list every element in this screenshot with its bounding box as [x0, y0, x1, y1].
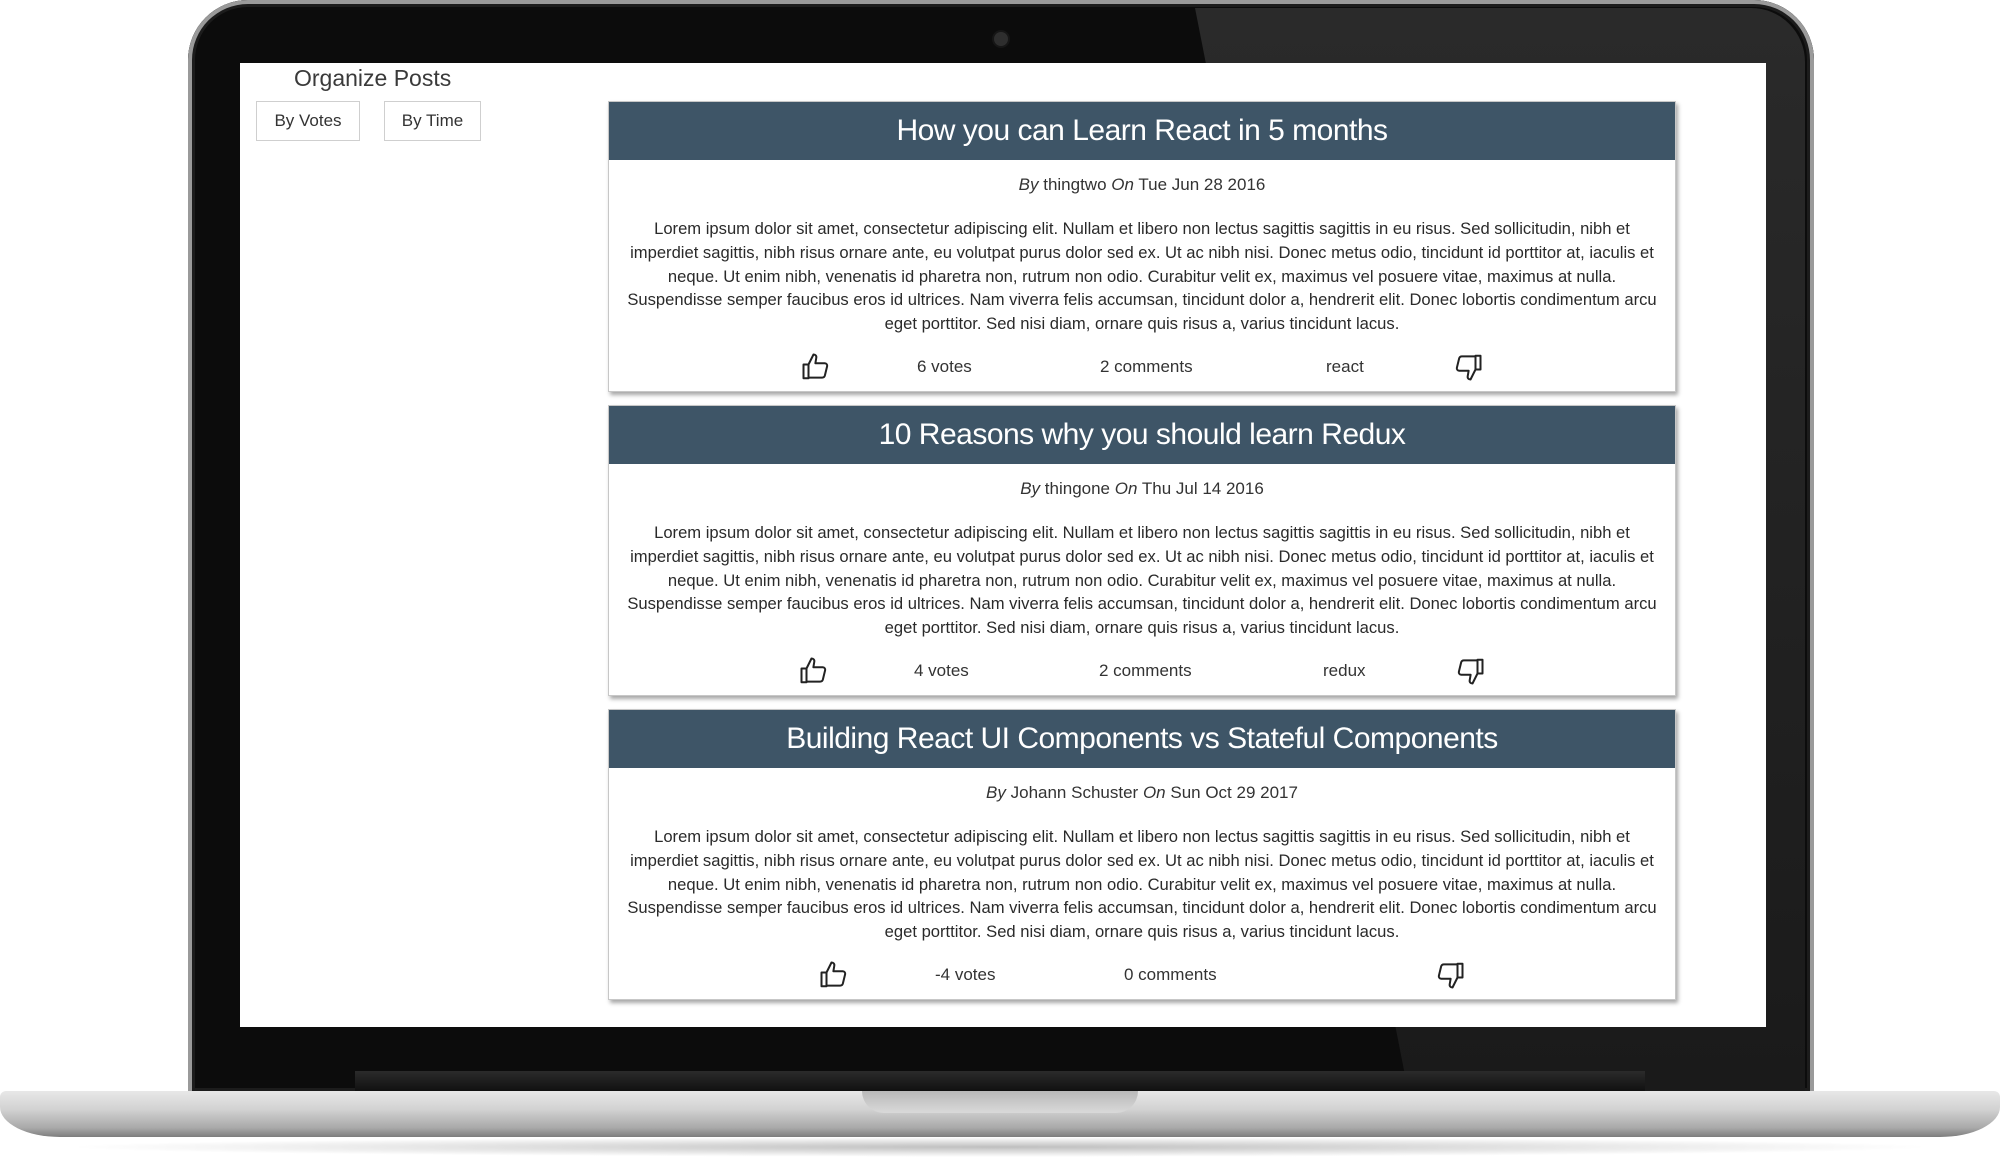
post-title[interactable]: How you can Learn React in 5 months: [609, 102, 1675, 160]
post-meta: By Johann Schuster On Sun Oct 29 2017: [609, 783, 1675, 803]
by-label: By: [1020, 479, 1041, 498]
thumbs-up-icon[interactable]: [819, 959, 849, 991]
organize-posts-title: Organize Posts: [294, 65, 452, 91]
laptop-base-notch: [862, 1091, 1138, 1113]
post-author: thingtwo: [1043, 175, 1107, 194]
post-date: Tue Jun 28 2016: [1138, 175, 1266, 194]
sort-by-votes-button[interactable]: By Votes: [256, 101, 360, 141]
thumbs-up-icon[interactable]: [801, 351, 831, 383]
laptop-hinge: [355, 1071, 1645, 1093]
post-category[interactable]: redux: [1323, 661, 1366, 681]
vote-count: -4 votes: [935, 965, 996, 984]
vote-count: 4 votes: [914, 661, 969, 680]
laptop-screen: Organize Posts By Votes By Time How you …: [240, 63, 1766, 1027]
comment-count[interactable]: 2 comments: [1099, 661, 1192, 681]
on-label: On: [1142, 783, 1166, 802]
on-label: On: [1114, 479, 1138, 498]
post-author: thingone: [1044, 479, 1111, 498]
thumbs-up-icon[interactable]: [799, 655, 829, 687]
post-footer: 6 votes 2 comments react: [609, 351, 1675, 387]
post-footer: -4 votes 0 comments: [609, 959, 1675, 995]
post-category[interactable]: react: [1326, 357, 1364, 377]
by-label: By: [986, 783, 1006, 802]
laptop-shadow: [60, 1137, 1940, 1157]
post-body: Lorem ipsum dolor sit amet, consectetur …: [627, 523, 1657, 638]
post-footer: 4 votes 2 comments redux: [609, 655, 1675, 691]
post-date: Sun Oct 29 2017: [1170, 783, 1298, 802]
by-label: By: [1018, 175, 1039, 194]
post-body: Lorem ipsum dolor sit amet, consectetur …: [627, 827, 1657, 942]
post-meta: By thingtwo On Tue Jun 28 2016: [609, 175, 1675, 195]
post-card: 10 Reasons why you should learn Redux By…: [608, 405, 1676, 696]
post-author: Johann Schuster: [1010, 783, 1139, 802]
comment-count[interactable]: 0 comments: [1124, 965, 1217, 985]
on-label: On: [1111, 175, 1134, 194]
thumbs-down-icon[interactable]: [1453, 351, 1483, 383]
post-date: Thu Jul 14 2016: [1141, 479, 1264, 498]
comment-count[interactable]: 2 comments: [1100, 357, 1193, 377]
sort-by-time-button[interactable]: By Time: [384, 101, 481, 141]
laptop-camera: [994, 32, 1008, 46]
post-card: Building React UI Components vs Stateful…: [608, 709, 1676, 1000]
post-title[interactable]: Building React UI Components vs Stateful…: [609, 710, 1675, 768]
thumbs-down-icon[interactable]: [1435, 959, 1465, 991]
post-body: Lorem ipsum dolor sit amet, consectetur …: [627, 219, 1657, 334]
post-title[interactable]: 10 Reasons why you should learn Redux: [609, 406, 1675, 464]
post-card: How you can Learn React in 5 months By t…: [608, 101, 1676, 392]
post-meta: By thingone On Thu Jul 14 2016: [609, 479, 1675, 499]
thumbs-down-icon[interactable]: [1455, 655, 1485, 687]
vote-count: 6 votes: [917, 357, 972, 376]
